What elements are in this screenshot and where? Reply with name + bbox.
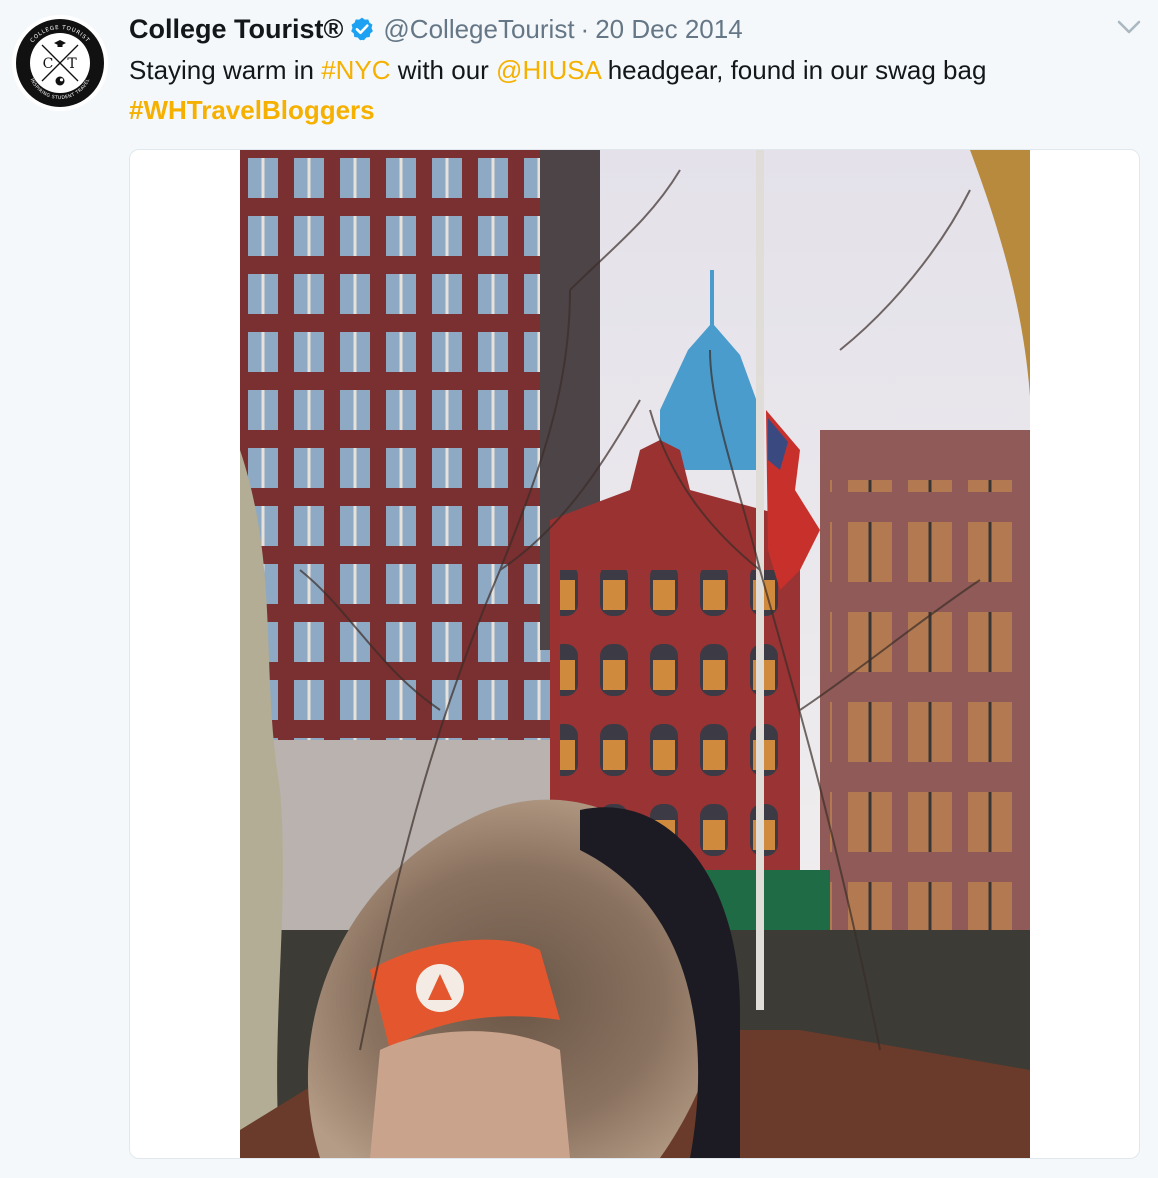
tweet-text-part: headgear, found in our swag bag <box>600 55 987 85</box>
logo-letter-c: C <box>43 56 54 72</box>
verified-badge-icon <box>349 16 375 42</box>
author-avatar[interactable]: COLLEGE TOURIST INSPIRING STUDENT TRAVEL… <box>12 15 108 111</box>
hashtag-nyc-link[interactable]: #NYC <box>321 55 390 85</box>
tweet-timestamp[interactable]: 20 Dec 2014 <box>595 14 742 45</box>
hashtag-whtravelbloggers-link[interactable]: #WHTravelBloggers <box>129 95 375 125</box>
nyc-winter-photo <box>240 150 1030 1158</box>
tweet-text-part: with our <box>390 55 497 85</box>
mention-hiusa-link[interactable]: @HIUSA <box>496 55 600 85</box>
chevron-down-icon <box>1117 20 1141 34</box>
media-card <box>129 149 1140 1159</box>
college-tourist-logo-icon: COLLEGE TOURIST INSPIRING STUDENT TRAVEL… <box>13 16 107 110</box>
logo-letter-t: T <box>67 56 77 72</box>
header-separator: · <box>580 13 590 44</box>
tweet-text: Staying warm in #NYC with our @HIUSA hea… <box>129 50 1129 130</box>
tweet-text-part: Staying warm in <box>129 55 322 85</box>
tweet-menu-button[interactable] <box>1114 14 1144 40</box>
tweet-photo[interactable] <box>240 150 1030 1158</box>
author-handle[interactable]: @CollegeTourist <box>383 14 574 45</box>
author-name[interactable]: College Tourist® <box>129 14 343 45</box>
tweet-header: College Tourist® @CollegeTourist · 20 De… <box>129 12 743 46</box>
tweet: COLLEGE TOURIST INSPIRING STUDENT TRAVEL… <box>0 0 1158 1178</box>
